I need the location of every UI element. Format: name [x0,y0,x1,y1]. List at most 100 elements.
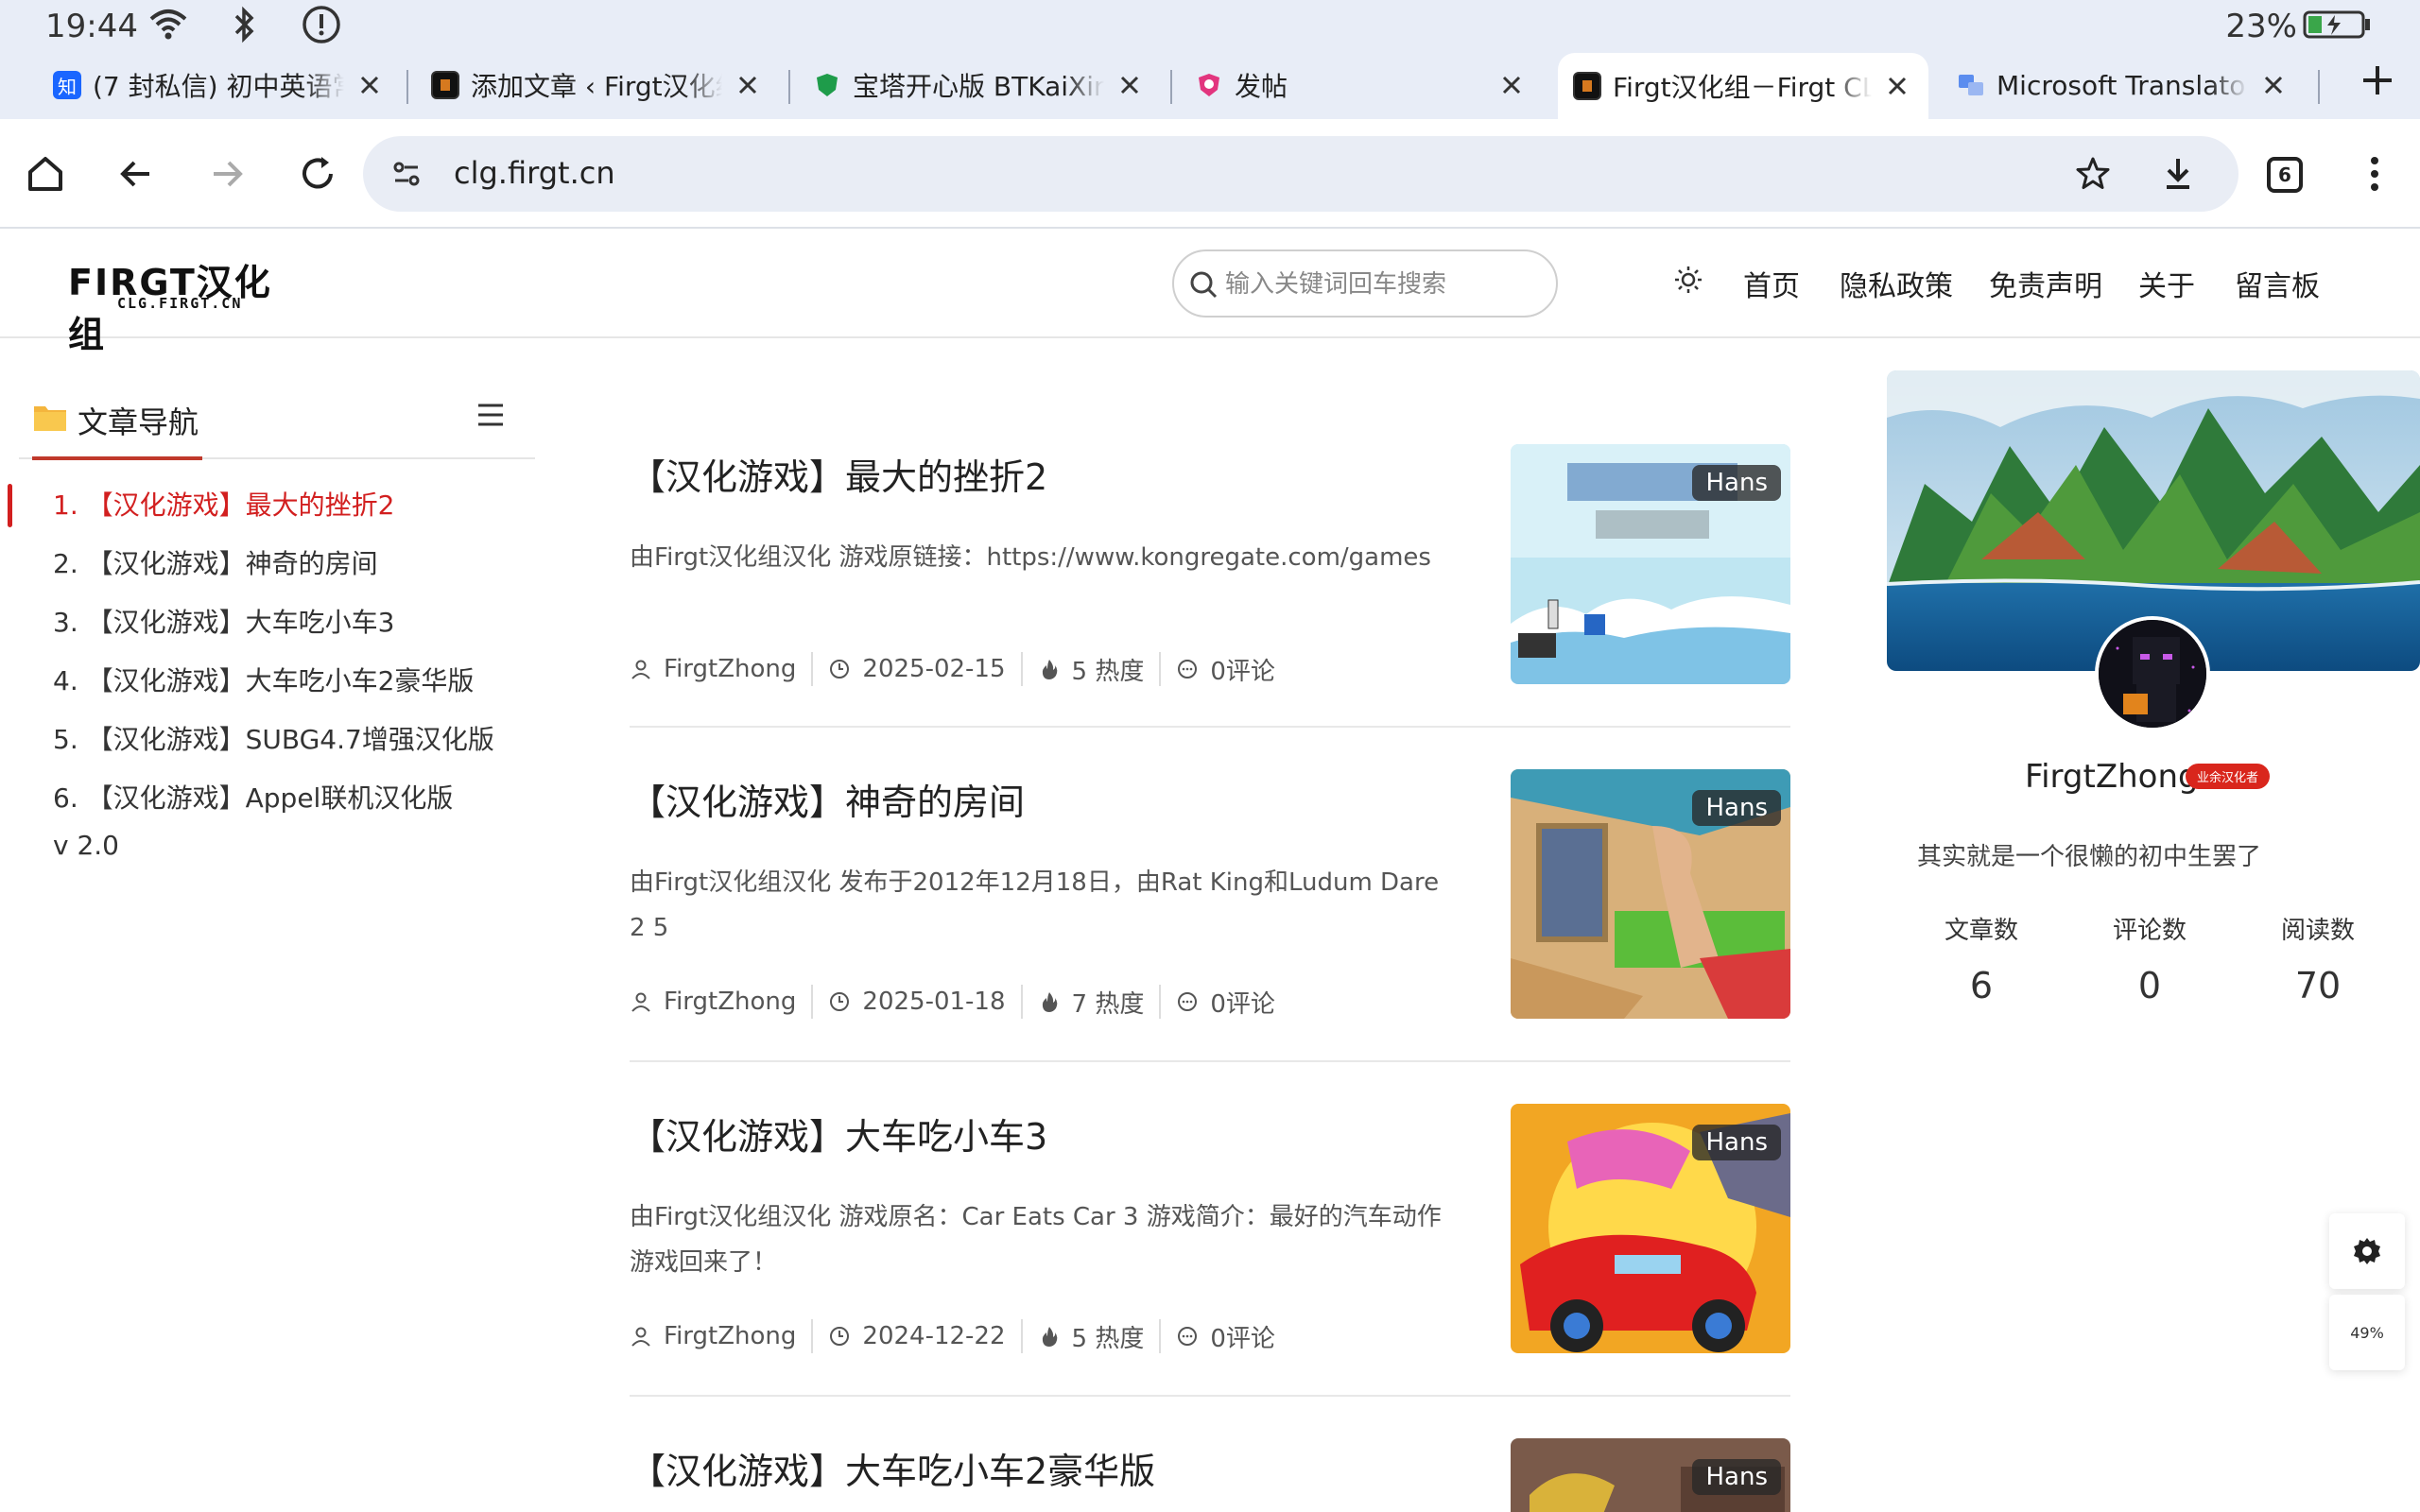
heat-text: 5 热度 [1071,1324,1145,1353]
stat-views: 阅读数 70 [2242,911,2394,1006]
toc-item[interactable]: 2. 【汉化游戏】神奇的房间 [19,535,535,593]
toc-item[interactable]: 4. 【汉化游戏】大车吃小车2豪华版 [19,652,535,711]
toc-item[interactable]: 6. 【汉化游戏】Appel联机汉化版 v 2.0 [19,769,463,869]
close-tab-icon[interactable] [1881,70,1913,102]
user-icon [631,1327,650,1347]
heat-text: 7 热度 [1071,989,1145,1019]
title-underline [32,456,202,460]
clock-icon [830,1327,850,1346]
tab-baota[interactable]: 宝塔开心版 BTKaiXin.cn [798,55,1161,115]
post-thumbnail[interactable]: Hans [1511,1438,1790,1512]
post-comments[interactable]: 0评论 [1161,652,1290,686]
toc-item[interactable]: 5. 【汉化游戏】SUBG4.7增强汉化版 [19,711,535,769]
close-tab-icon[interactable] [1495,69,1528,101]
post-title[interactable]: 【汉化游戏】大车吃小车3 [630,1108,1047,1160]
site-logo[interactable]: FIRGT汉化组 CLG.FIRGT.CN [68,253,304,355]
site-settings-icon[interactable] [384,151,429,197]
post-comments[interactable]: 0评论 [1161,1319,1290,1353]
toc-item[interactable]: 3. 【汉化游戏】大车吃小车3 [19,593,535,652]
tab-switcher-button[interactable]: 6 [2267,157,2303,193]
address-bar[interactable]: clg.firgt.cn [363,136,2238,212]
tab-title: 添加文章 ‹ Firgt汉化组 [471,71,722,102]
lang-badge: Hans [1692,1459,1781,1495]
post-title[interactable]: 【汉化游戏】大车吃小车2豪华版 [630,1442,1155,1494]
battery-icon [2303,10,2370,39]
tab-title: 发帖 [1235,71,1288,102]
post-thumbnail[interactable]: Hans [1511,769,1790,1019]
clock-icon [830,992,850,1011]
nav-privacy[interactable]: 隐私政策 [1840,263,1953,304]
gear-icon [2354,1238,2380,1264]
stat-comments: 评论数 0 [2074,911,2225,1006]
comment-icon [1178,992,1198,1011]
date-text: 2025-02-15 [862,655,1006,683]
nav-guestbook[interactable]: 留言板 [2235,263,2320,304]
home-icon[interactable] [21,149,70,198]
lang-badge: Hans [1692,1125,1781,1160]
reload-icon[interactable] [293,149,342,198]
forward-arrow-icon[interactable] [202,149,251,198]
post-card: 【汉化游戏】大车吃小车3 由Firgt汉化组汉化 游戏原名：Car Eats C… [630,1104,1790,1397]
tab-translator[interactable]: Microsoft Translator - [1942,55,2305,115]
search-input[interactable] [1225,265,1547,304]
tab-post[interactable]: 发帖 [1180,55,1543,115]
zhihu-favicon-icon: 知 [53,71,81,99]
bluetooth-icon [234,6,254,43]
sun-icon[interactable] [1671,263,1705,297]
close-tab-icon[interactable] [732,69,764,101]
lang-badge: Hans [1692,465,1781,501]
stat-value: 0 [2137,965,2162,1006]
tab-title: (7 封私信) 初中英语常用 [93,71,344,102]
fire-icon [1042,660,1057,679]
profile-bio: 其实就是一个很懒的初中生罢了 [1917,843,2262,871]
tab-title: 宝塔开心版 BTKaiXin.cn [853,71,1104,102]
reading-progress-button[interactable]: 49% [2329,1295,2405,1370]
tab-zhihu[interactable]: 知 (7 封私信) 初中英语常用 [38,55,401,115]
post-comments[interactable]: 0评论 [1161,985,1290,1019]
post-title[interactable]: 【汉化游戏】神奇的房间 [630,773,1025,825]
stat-label: 评论数 [2112,917,2187,945]
menu-icon[interactable] [475,401,507,429]
fire-icon [1042,992,1057,1012]
back-arrow-icon[interactable] [112,149,161,198]
tab-add-post[interactable]: 添加文章 ‹ Firgt汉化组 [416,55,779,115]
tab-separator [406,70,408,104]
profile-name[interactable]: FirgtZhong [2025,758,2199,796]
tab-strip: 知 (7 封私信) 初中英语常用 添加文章 ‹ Firgt汉化组 宝塔开心版 B… [0,47,2420,119]
post-thumbnail[interactable]: Hans [1511,444,1790,684]
toc-item[interactable]: 1. 【汉化游戏】最大的挫折2 [8,476,535,535]
wifi-icon [149,9,187,40]
tab-firgt-active[interactable]: Firgt汉化组－Firgt CLG [1558,53,1928,119]
author-profile-card: FirgtZhong 业余汉化者 其实就是一个很懒的初中生罢了 文章数 6 评论… [1887,370,2420,1032]
comments-text: 0评论 [1210,657,1275,686]
post-author[interactable]: FirgtZhong [630,985,814,1019]
more-menu-icon[interactable] [2350,149,2399,198]
comments-text: 0评论 [1210,1324,1275,1353]
settings-button[interactable] [2329,1213,2405,1289]
pink-shield-favicon-icon [1195,71,1223,99]
bookmark-star-icon[interactable] [2070,151,2116,197]
logo-subtext: CLG.FIRGT.CN [117,295,243,312]
post-author[interactable]: FirgtZhong [630,1319,814,1353]
nav-disclaimer[interactable]: 免责声明 [1989,263,2102,304]
nav-about[interactable]: 关于 [2138,263,2195,304]
post-date: 2025-01-18 [813,985,1023,1019]
nav-home[interactable]: 首页 [1743,263,1800,304]
stat-label: 阅读数 [2280,917,2355,945]
author-name: FirgtZhong [664,988,797,1016]
close-tab-icon[interactable] [2257,69,2290,101]
post-title[interactable]: 【汉化游戏】最大的挫折2 [630,448,1047,500]
post-thumbnail[interactable]: Hans [1511,1104,1790,1353]
close-tab-icon[interactable] [354,69,386,101]
post-heat: 7 热度 [1023,985,1162,1019]
clock-icon [830,660,850,679]
url-text[interactable]: clg.firgt.cn [454,155,615,191]
close-tab-icon[interactable] [1114,69,1146,101]
stat-label: 文章数 [1944,917,2018,945]
date-text: 2025-01-18 [862,988,1006,1016]
download-icon[interactable] [2155,151,2201,197]
avatar[interactable] [2095,616,2210,731]
new-tab-icon[interactable] [2354,57,2401,104]
article-nav-title: 文章导航 [78,404,199,440]
post-author[interactable]: FirgtZhong [630,652,814,686]
